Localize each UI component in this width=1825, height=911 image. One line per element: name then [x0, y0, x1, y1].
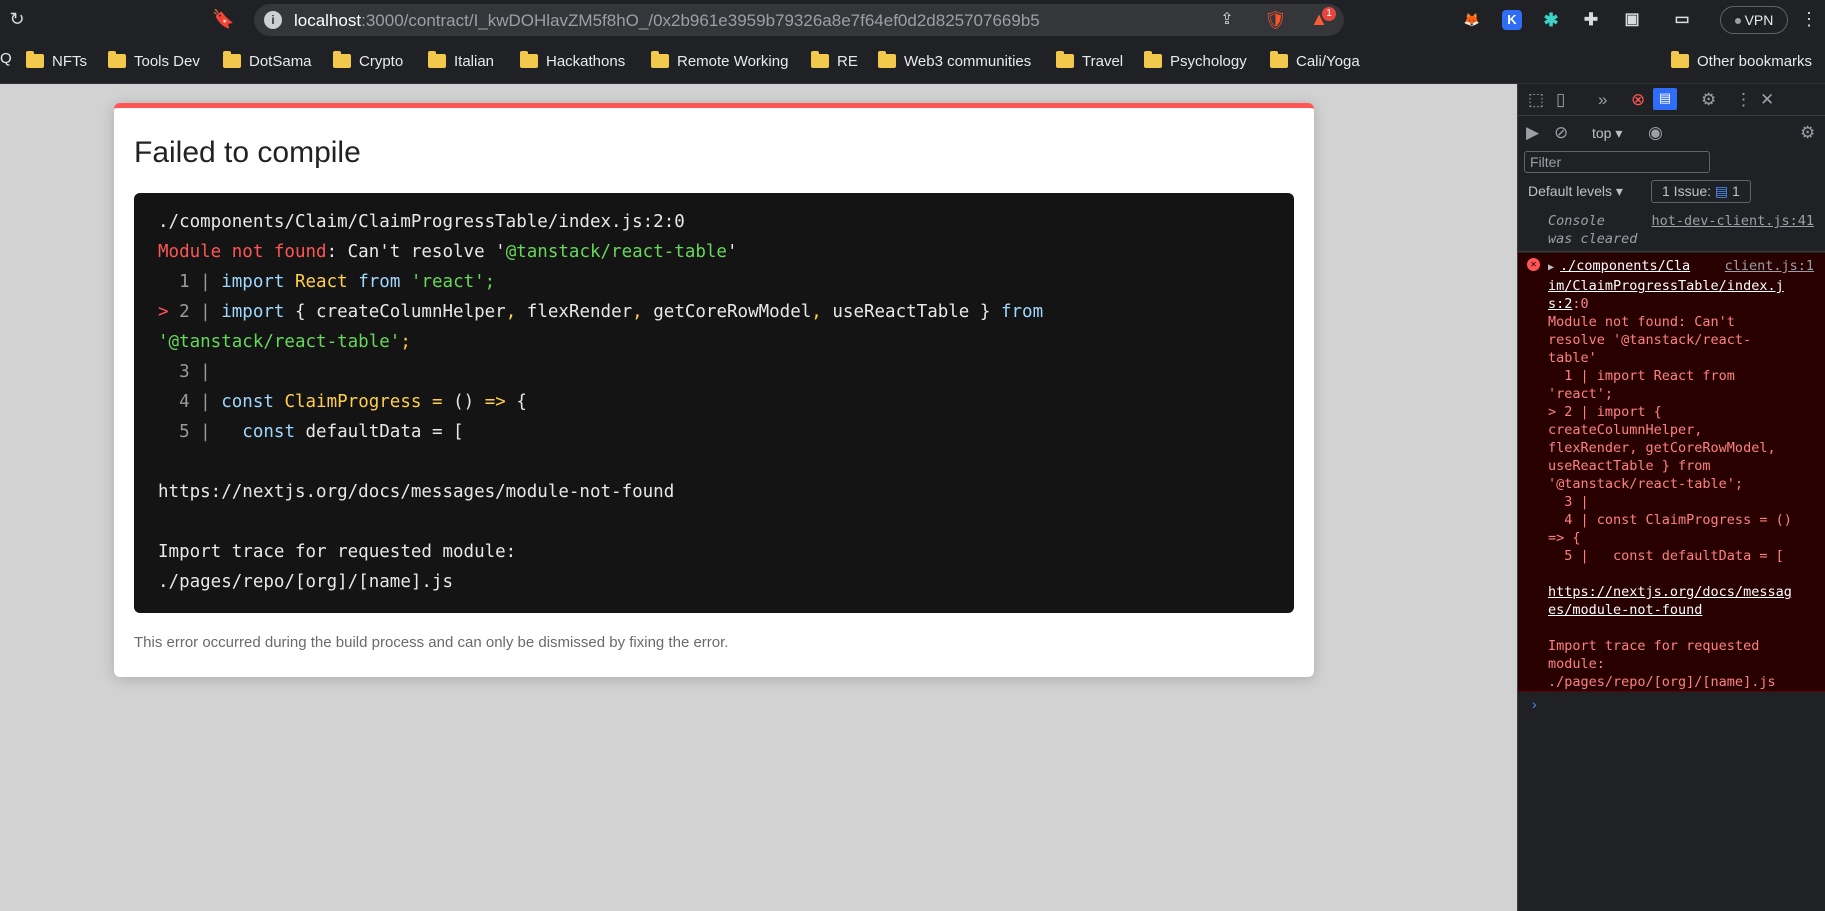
error-message: Module not found: Can't resolve '@tansta… — [158, 242, 738, 262]
issue-icon: ▤ — [1714, 183, 1729, 199]
folder-icon — [520, 51, 538, 68]
vpn-button[interactable]: VPN — [1720, 6, 1788, 34]
bookmark-folder[interactable]: Travel — [1056, 50, 1123, 72]
bookmark-folder[interactable]: Psychology — [1144, 50, 1247, 72]
extensions-puzzle-icon[interactable]: ✚ — [1581, 10, 1601, 30]
code-line: 4 | const ClaimProgress = () => { — [158, 392, 527, 412]
settings-icon[interactable]: ⚙ — [1701, 90, 1716, 110]
bookmark-folder[interactable]: NFTs — [26, 50, 87, 72]
code-line: 3 | — [158, 362, 211, 382]
more-tabs-icon[interactable]: » — [1598, 90, 1607, 110]
devtools-menu-icon[interactable]: ⋮ — [1735, 90, 1752, 110]
bookmark-folder[interactable]: RE — [811, 50, 858, 72]
url-text[interactable]: localhost:3000/contract/I_kwDOHlavZM5f8h… — [294, 11, 1040, 30]
code-line-continued: '@tanstack/react-table'; — [158, 332, 411, 352]
message-count-icon[interactable]: ▤ — [1653, 88, 1677, 110]
code-line: 1 | import React from 'react'; — [158, 272, 496, 292]
folder-icon — [223, 51, 241, 68]
error-count-icon[interactable]: ⊗ — [1631, 90, 1645, 110]
folder-icon — [811, 51, 829, 68]
error-file-link[interactable]: ./components/Cla — [1560, 258, 1690, 274]
share-icon[interactable]: ⇪ — [1216, 10, 1238, 30]
clear-console-icon[interactable]: ⊘ — [1554, 123, 1568, 143]
live-expression-icon[interactable]: ◉ — [1648, 123, 1663, 143]
reload-icon[interactable]: ↻ — [6, 9, 28, 29]
bookmark-folder[interactable]: Cali/Yoga — [1270, 50, 1360, 72]
message-source-link[interactable]: hot-dev-client.js:41 — [1651, 212, 1814, 230]
bookmark-folder[interactable]: Hackathons — [520, 50, 625, 72]
folder-icon — [1671, 51, 1689, 68]
console-message-error: ✕ client.js:1 ▶ ./components/Cla im/Clai… — [1518, 253, 1825, 692]
folder-icon — [26, 51, 44, 68]
bookmark-folder[interactable]: Italian — [428, 50, 494, 72]
vpn-status-icon — [1734, 18, 1741, 25]
code-line: 5 | const defaultData = [ — [158, 422, 464, 442]
expand-triangle-icon[interactable]: ▶ — [1548, 262, 1560, 273]
error-overlay: Failed to compile ./components/Claim/Cla… — [114, 103, 1314, 677]
site-info-icon[interactable]: i — [264, 11, 282, 29]
folder-icon — [1144, 51, 1162, 68]
error-file-path: ./components/Claim/ClaimProgressTable/in… — [158, 212, 685, 232]
wallet-icon[interactable]: ▭ — [1672, 10, 1692, 30]
trace-title: Import trace for requested module: — [158, 542, 517, 562]
error-trace: Import trace for requested module: ./pag… — [1548, 638, 1776, 690]
inspect-element-icon[interactable]: ⬚ — [1528, 90, 1544, 110]
bookmark-folder[interactable]: Remote Working — [651, 50, 788, 72]
error-icon: ✕ — [1527, 258, 1540, 271]
notification-badge: 1 — [1322, 7, 1336, 21]
bookmark-overflow-icon[interactable]: Q — [0, 50, 12, 67]
k-extension-icon[interactable]: K — [1502, 10, 1522, 30]
address-bar[interactable]: i localhost:3000/contract/I_kwDOHlavZM5f… — [254, 4, 1344, 36]
folder-icon — [333, 51, 351, 68]
bookmark-folder[interactable]: Web3 communities — [878, 50, 1031, 72]
message-source-link[interactable]: client.js:1 — [1725, 257, 1814, 275]
other-bookmarks[interactable]: Other bookmarks — [1671, 50, 1812, 72]
overlay-footer-note: This error occurred during the build pro… — [134, 634, 729, 651]
folder-icon — [878, 51, 896, 68]
browser-toolbar: ↻ 🔖 i localhost:3000/contract/I_kwDOHlav… — [0, 0, 1825, 41]
log-levels-dropdown[interactable]: Default levels ▾ — [1528, 183, 1623, 200]
bookmark-icon[interactable]: 🔖 — [212, 9, 234, 29]
console-filter-input[interactable]: Filter — [1524, 151, 1710, 173]
devtools-tabbar: ⬚ ▯ » ⊗ ▤ ⚙ ⋮ ✕ — [1518, 84, 1825, 116]
sparkle-extension-icon[interactable]: ✱ — [1541, 10, 1561, 30]
folder-icon — [1270, 51, 1288, 68]
folder-icon — [428, 51, 446, 68]
docs-link[interactable]: https://nextjs.org/docs/messages/module-… — [158, 477, 1270, 507]
folder-icon — [108, 51, 126, 68]
console-prompt-icon[interactable]: › — [1532, 696, 1537, 712]
context-selector[interactable]: top ▾ — [1592, 125, 1622, 142]
trace-file: ./pages/repo/[org]/[name].js — [158, 572, 454, 592]
error-doc-link[interactable]: https://nextjs.org/docs/messag — [1548, 584, 1792, 600]
console-settings-icon[interactable]: ⚙ — [1800, 123, 1815, 143]
error-code-block: ./components/Claim/ClaimProgressTable/in… — [134, 193, 1294, 613]
issues-button[interactable]: 1 Issue: ▤ 1 — [1651, 180, 1751, 203]
metamask-icon[interactable]: 🦊 — [1462, 10, 1482, 30]
bookmark-folder[interactable]: Crypto — [333, 50, 403, 72]
console-message-cleared: Console was cleared hot-dev-client.js:41 — [1518, 212, 1825, 252]
close-icon[interactable]: ✕ — [1760, 90, 1774, 110]
bookmark-folder[interactable]: Tools Dev — [108, 50, 200, 72]
code-line-highlighted: > 2 | import { createColumnHelper, flexR… — [158, 302, 1044, 322]
overlay-title: Failed to compile — [134, 136, 361, 169]
side-panel-icon[interactable]: ▣ — [1622, 10, 1642, 30]
bookmark-folder[interactable]: DotSama — [223, 50, 312, 72]
brave-shield-icon[interactable]: 🛡 — [1264, 10, 1287, 30]
folder-icon — [651, 51, 669, 68]
devtools-panel: ⬚ ▯ » ⊗ ▤ ⚙ ⋮ ✕ ▶ ⊘ top ▾ ◉ ⚙ Filter Def… — [1517, 84, 1825, 911]
menu-icon[interactable]: ⋮ — [1798, 9, 1820, 29]
device-toolbar-icon[interactable]: ▯ — [1556, 90, 1565, 110]
error-body: Module not found: Can't resolve '@tansta… — [1548, 314, 1792, 564]
sidebar-toggle-icon[interactable]: ▶ — [1526, 123, 1539, 143]
folder-icon — [1056, 51, 1074, 68]
console-toolbar: ▶ ⊘ top ▾ ◉ ⚙ — [1518, 117, 1825, 147]
